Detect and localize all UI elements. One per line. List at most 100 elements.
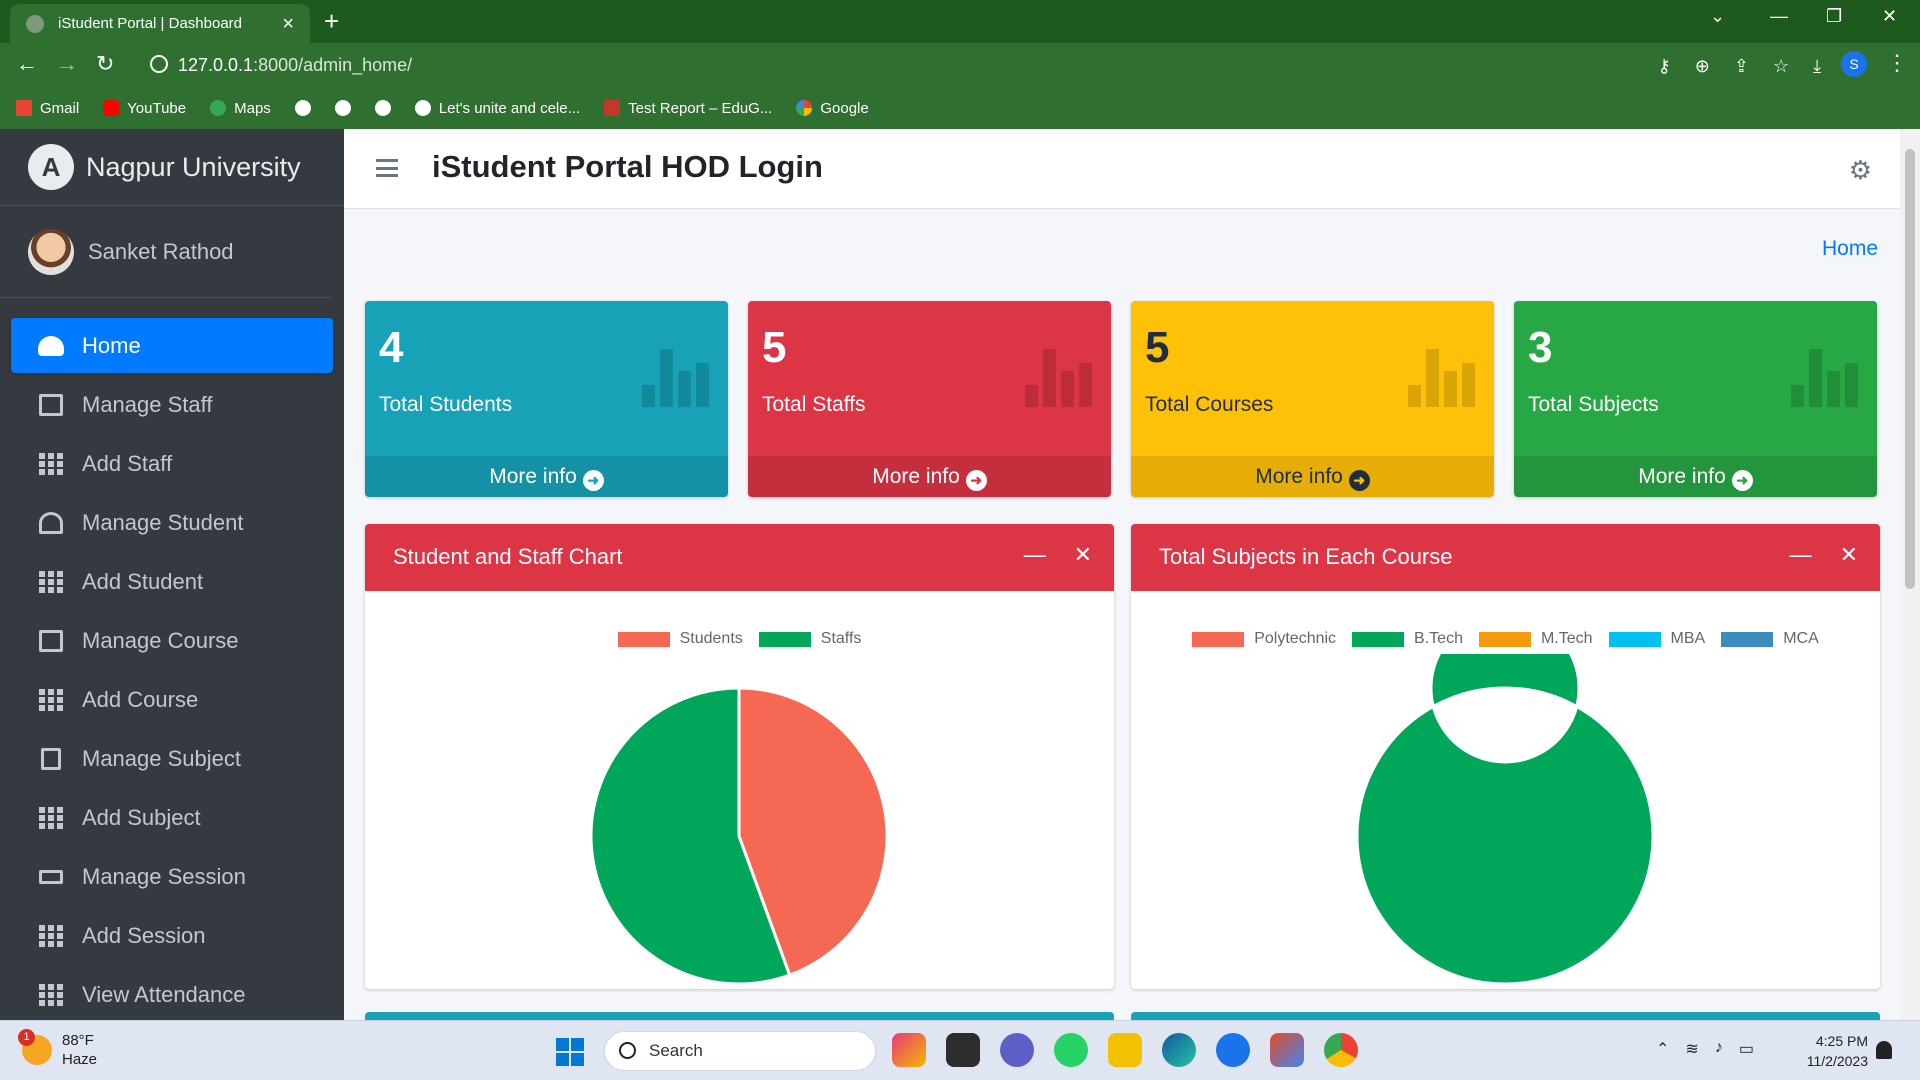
grid-icon (38, 688, 64, 712)
more-info-link[interactable]: More info ➜ (1131, 456, 1494, 497)
legend-item[interactable]: Students (617, 630, 743, 648)
url-field[interactable]: 127.0.0.1:8000/admin_home/ ⚷ ⊕ ⇪ ☆ ⤓ ▮ (138, 48, 1873, 82)
sidebar-item-add-student[interactable]: Add Student (11, 554, 333, 609)
wifi-icon[interactable]: ≋ (1685, 1039, 1698, 1059)
sidebar: A Nagpur University Sanket Rathod Home M… (0, 129, 344, 1020)
site-info-icon[interactable] (150, 55, 168, 73)
sidebar-item-add-session[interactable]: Add Session (11, 908, 333, 963)
weather-condition: Haze (62, 1051, 98, 1068)
close-window-icon[interactable]: ✕ (1882, 6, 1897, 27)
bookmark-globe-1[interactable] (294, 100, 311, 116)
brand-link[interactable]: A Nagpur University (0, 129, 344, 206)
taskbar-search[interactable]: Search (604, 1031, 876, 1071)
legend-item[interactable]: MBA (1608, 630, 1705, 648)
chrome-icon[interactable] (1324, 1033, 1358, 1067)
gear-icon[interactable]: ⚙ (1849, 155, 1872, 186)
whatsapp-icon[interactable] (1054, 1033, 1088, 1067)
sidebar-item-manage-subject[interactable]: Manage Subject (11, 731, 333, 786)
minimize-icon[interactable]: — (1770, 6, 1788, 27)
more-info-link[interactable]: More info ➜ (365, 456, 728, 497)
sidebar-item-add-staff[interactable]: Add Staff (11, 436, 333, 491)
legend-label: Staffs (820, 630, 862, 647)
windows-start-icon[interactable] (556, 1038, 584, 1066)
bookmark-gmail[interactable]: Gmail (16, 100, 79, 117)
browser-tab[interactable]: iStudent Portal | Dashboard × (10, 4, 310, 43)
close-tab-icon[interactable]: × (282, 13, 294, 36)
stat-value: 5 (762, 323, 787, 372)
weather-widget[interactable]: 1 88°F Haze (18, 1029, 98, 1069)
scrollbar-thumb[interactable] (1905, 149, 1915, 589)
zoom-icon[interactable]: ⊕ (1695, 56, 1710, 77)
bookmark-unite[interactable]: Let's unite and cele... (414, 100, 580, 117)
reload-icon[interactable]: ↻ (96, 51, 114, 77)
bookmark-globe-2[interactable] (334, 100, 351, 116)
notification-bell-icon[interactable] (1876, 1041, 1892, 1059)
battery-icon[interactable]: ▭ (1739, 1039, 1754, 1059)
hamburger-menu-icon[interactable] (376, 159, 398, 177)
key-icon[interactable]: ⚷ (1658, 56, 1671, 77)
profile-avatar[interactable]: S (1841, 51, 1867, 77)
donut-chart (1355, 654, 1655, 986)
user-panel[interactable]: Sanket Rathod (0, 206, 332, 298)
collapse-icon[interactable]: — (1790, 542, 1812, 568)
legend-item[interactable]: B.Tech (1352, 630, 1463, 648)
legend-item[interactable]: Staffs (758, 630, 862, 648)
arrow-circle-right-icon: ➜ (582, 470, 604, 491)
copilot-icon[interactable] (892, 1033, 926, 1067)
page-scrollbar[interactable] (1900, 129, 1920, 1020)
legend-item[interactable]: Polytechnic (1192, 630, 1336, 648)
git-icon[interactable] (1270, 1033, 1304, 1067)
edge-icon[interactable] (1162, 1033, 1196, 1067)
share-icon[interactable]: ⇪ (1734, 56, 1749, 77)
sidebar-item-manage-staff[interactable]: Manage Staff (11, 377, 333, 432)
gmail-icon (16, 100, 32, 116)
sidebar-item-view-attendance[interactable]: View Attendance (11, 967, 333, 1020)
sidebar-item-add-course[interactable]: Add Course (11, 672, 333, 727)
help-icon[interactable] (1216, 1033, 1250, 1067)
close-icon[interactable]: ✕ (1840, 542, 1858, 568)
file-explorer-icon[interactable] (1108, 1033, 1142, 1067)
bookmark-globe-3[interactable] (374, 100, 391, 116)
grid-icon (38, 570, 64, 594)
chevron-up-icon[interactable]: ⌃ (1656, 1039, 1669, 1059)
bookmark-google[interactable]: Google (796, 100, 869, 117)
sidebar-item-home[interactable]: Home (11, 318, 333, 373)
bookmark-star-icon[interactable]: ☆ (1773, 56, 1789, 77)
volume-icon[interactable]: ♪ (1715, 1039, 1723, 1059)
close-icon[interactable]: ✕ (1074, 542, 1092, 568)
breadcrumb-home[interactable]: Home (1822, 237, 1878, 261)
search-icon (619, 1042, 636, 1059)
sidebar-item-add-subject[interactable]: Add Subject (11, 790, 333, 845)
bookmark-youtube[interactable]: YouTube (103, 100, 186, 117)
system-tray: ⌃ ≋ ♪ ▭ (1656, 1039, 1754, 1059)
legend-item[interactable]: MCA (1721, 630, 1819, 648)
stat-value: 5 (1145, 323, 1170, 372)
stat-box-subjects: 3 Total Subjects More info ➜ (1514, 301, 1877, 497)
new-tab-icon[interactable]: + (324, 6, 339, 37)
task-view-icon[interactable] (946, 1033, 980, 1067)
teams-chat-icon[interactable] (1000, 1033, 1034, 1067)
sidebar-item-manage-session[interactable]: Manage Session (11, 849, 333, 904)
laptop-icon (38, 629, 64, 653)
card-title: Total Subjects in Each Course (1159, 544, 1453, 569)
more-info-link[interactable]: More info ➜ (1514, 456, 1877, 497)
card-header: Student and Staff Chart — ✕ (365, 524, 1114, 591)
collapse-icon[interactable]: — (1024, 542, 1046, 568)
sidebar-item-manage-course[interactable]: Manage Course (11, 613, 333, 668)
legend-label: Students (679, 630, 743, 647)
clock[interactable]: 4:25 PM 11/2/2023 (1798, 1031, 1868, 1071)
more-info-link[interactable]: More info ➜ (748, 456, 1111, 497)
download-icon[interactable]: ⤓ (1813, 56, 1821, 77)
stat-label: Total Students (379, 393, 513, 416)
bookmark-maps[interactable]: Maps (210, 100, 271, 117)
forward-icon[interactable]: → (56, 51, 78, 77)
browser-menu-icon[interactable]: ⋮ (1886, 50, 1908, 76)
back-icon[interactable]: ← (16, 51, 38, 77)
restore-icon[interactable]: ❐ (1826, 6, 1842, 27)
stat-label: Total Courses (1145, 393, 1274, 416)
tab-search-icon[interactable]: ⌄ (1710, 6, 1725, 27)
bookmark-test-report[interactable]: Test Report – EduG... (604, 100, 772, 117)
windows-taskbar: 1 88°F Haze Search ⌃ ≋ ♪ ▭ 4:25 PM 11/2/20… (0, 1020, 1920, 1080)
sidebar-item-manage-student[interactable]: Manage Student (11, 495, 333, 550)
legend-item[interactable]: M.Tech (1478, 630, 1593, 648)
